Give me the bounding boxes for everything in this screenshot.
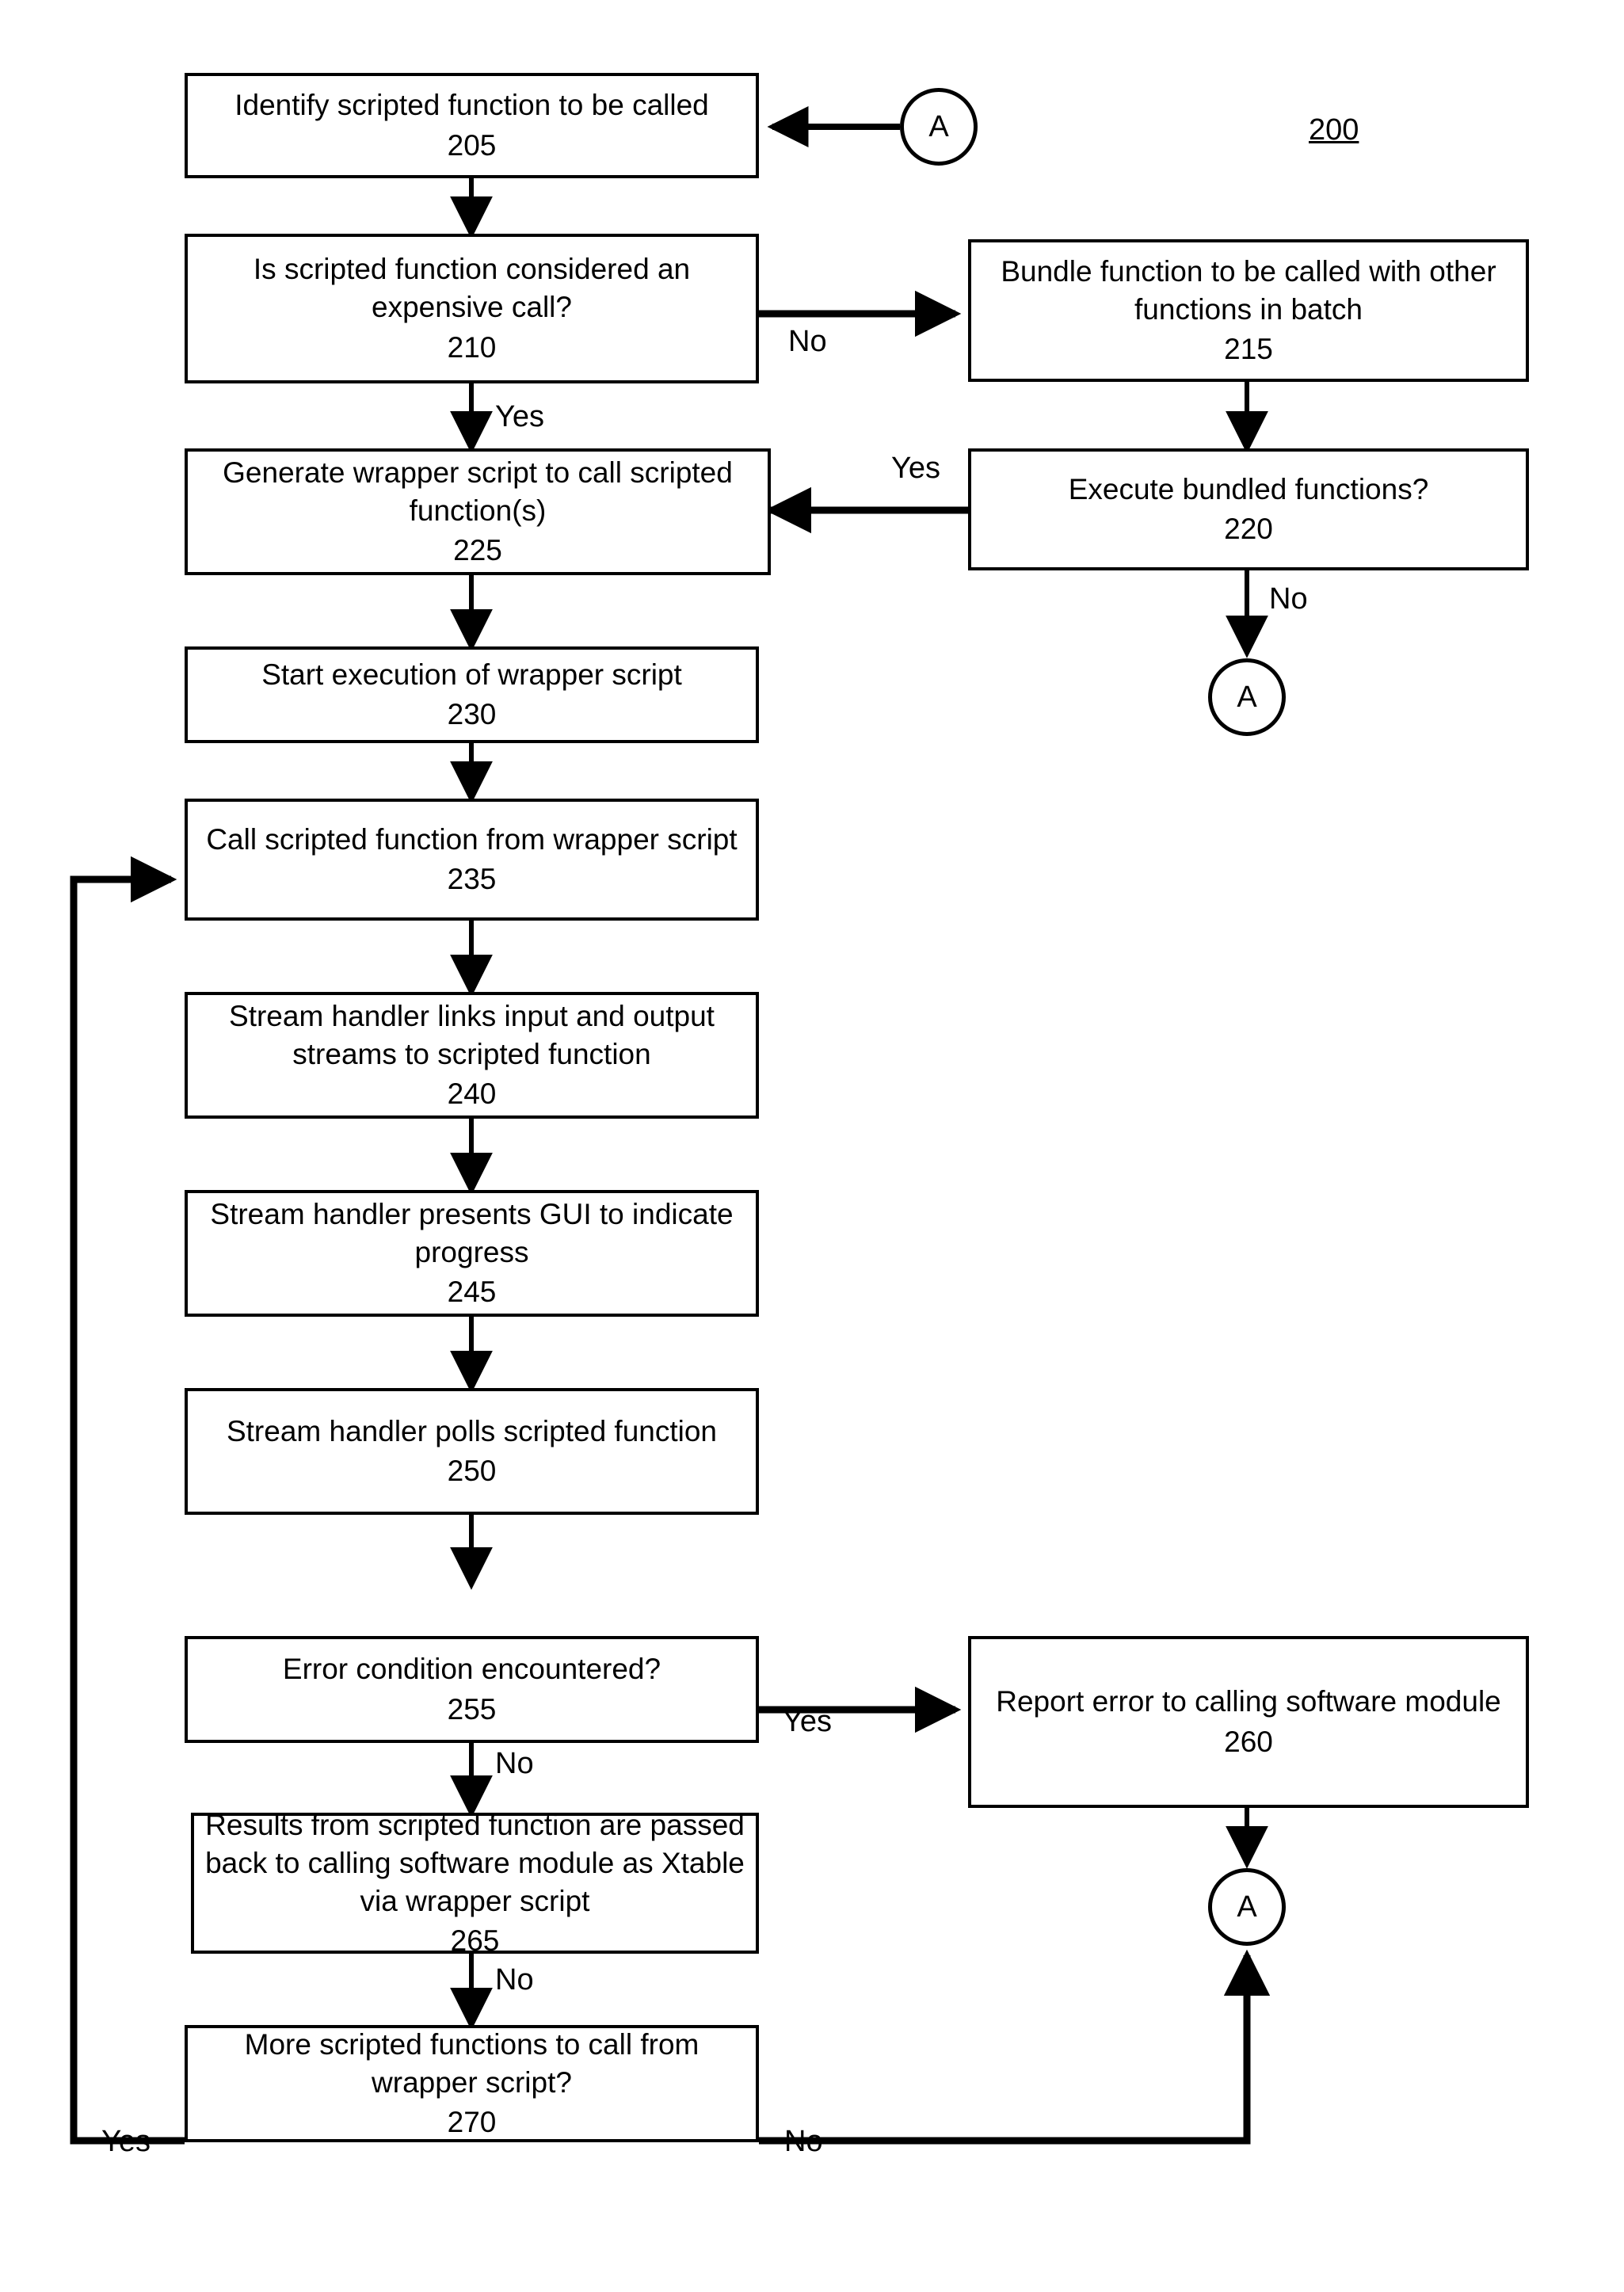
node-225-label: Generate wrapper script to call scripted… [223, 456, 733, 527]
node-210-label: Is scripted function considered an expen… [253, 253, 691, 324]
node-240-number: 240 [447, 1077, 497, 1111]
process-node-250: Stream handler polls scripted function 2… [185, 1388, 759, 1515]
process-node-205: Identify scripted function to be called … [185, 73, 759, 178]
offpage-connector-a-middle: A [1208, 658, 1286, 736]
node-240-label: Stream handler links input and output st… [229, 999, 715, 1070]
offpage-connector-a-bottom: A [1208, 1868, 1286, 1946]
node-250-number: 250 [447, 1455, 497, 1487]
node-245-number: 245 [447, 1276, 497, 1309]
process-node-230: Start execution of wrapper script 230 [185, 646, 759, 743]
node-260-label: Report error to calling software module [996, 1685, 1501, 1718]
edge-label-no-210-215: No [788, 325, 827, 358]
node-265-number: 265 [450, 1924, 500, 1958]
edge-label-no-265-270: No [495, 1963, 534, 1996]
process-node-265: Results from scripted function are passe… [191, 1809, 759, 1957]
edge-label-yes-270-loop: Yes [101, 2125, 151, 2158]
node-250-label: Stream handler polls scripted function [226, 1414, 718, 1447]
decision-node-255: Error condition encountered? 255 [185, 1636, 759, 1743]
process-node-260: Report error to calling software module … [968, 1636, 1529, 1808]
offpage-connector-a-top: A [900, 88, 978, 166]
node-255-label: Error condition encountered? [282, 1653, 661, 1686]
node-230-number: 230 [447, 698, 497, 730]
node-205-number: 205 [447, 128, 497, 162]
edge-label-no-220-a: No [1269, 582, 1308, 616]
node-255-number: 255 [447, 1692, 497, 1726]
decision-node-270: More scripted functions to call from wra… [185, 2025, 759, 2142]
node-230-label: Start execution of wrapper script [261, 658, 682, 691]
process-node-240: Stream handler links input and output st… [185, 992, 759, 1119]
process-node-235: Call scripted function from wrapper scri… [185, 799, 759, 921]
node-270-number: 270 [447, 2106, 497, 2139]
flowchart-canvas: 200 Identify scripted function to be cal… [0, 0, 1624, 2292]
edge-label-no-270-a: No [784, 2125, 823, 2158]
process-node-245: Stream handler presents GUI to indicate … [185, 1190, 759, 1317]
edge-label-no-255-265: No [495, 1747, 534, 1780]
node-220-number: 220 [1224, 513, 1273, 545]
node-245-label: Stream handler presents GUI to indicate … [210, 1197, 734, 1268]
figure-reference-label: 200 [1309, 113, 1359, 147]
edge-label-yes-220-225: Yes [891, 452, 940, 485]
edge-label-yes-210-225: Yes [495, 400, 544, 433]
process-node-215: Bundle function to be called with other … [968, 239, 1529, 382]
node-265-label: Results from scripted function are passe… [205, 1808, 745, 1917]
node-215-number: 215 [1224, 333, 1273, 366]
node-225-number: 225 [453, 534, 502, 567]
process-node-225: Generate wrapper script to call scripted… [185, 448, 771, 575]
node-270-label: More scripted functions to call from wra… [244, 2027, 700, 2099]
node-260-number: 260 [1224, 1725, 1273, 1758]
node-220-label: Execute bundled functions? [1068, 472, 1429, 505]
node-205-label: Identify scripted function to be called [234, 89, 709, 122]
node-215-label: Bundle function to be called with other … [1001, 254, 1496, 326]
edge-label-yes-255-260: Yes [783, 1705, 832, 1738]
node-235-label: Call scripted function from wrapper scri… [206, 822, 738, 856]
decision-node-220: Execute bundled functions? 220 [968, 448, 1529, 570]
node-210-number: 210 [447, 330, 497, 364]
node-235-number: 235 [447, 863, 497, 895]
decision-node-210: Is scripted function considered an expen… [185, 234, 759, 383]
